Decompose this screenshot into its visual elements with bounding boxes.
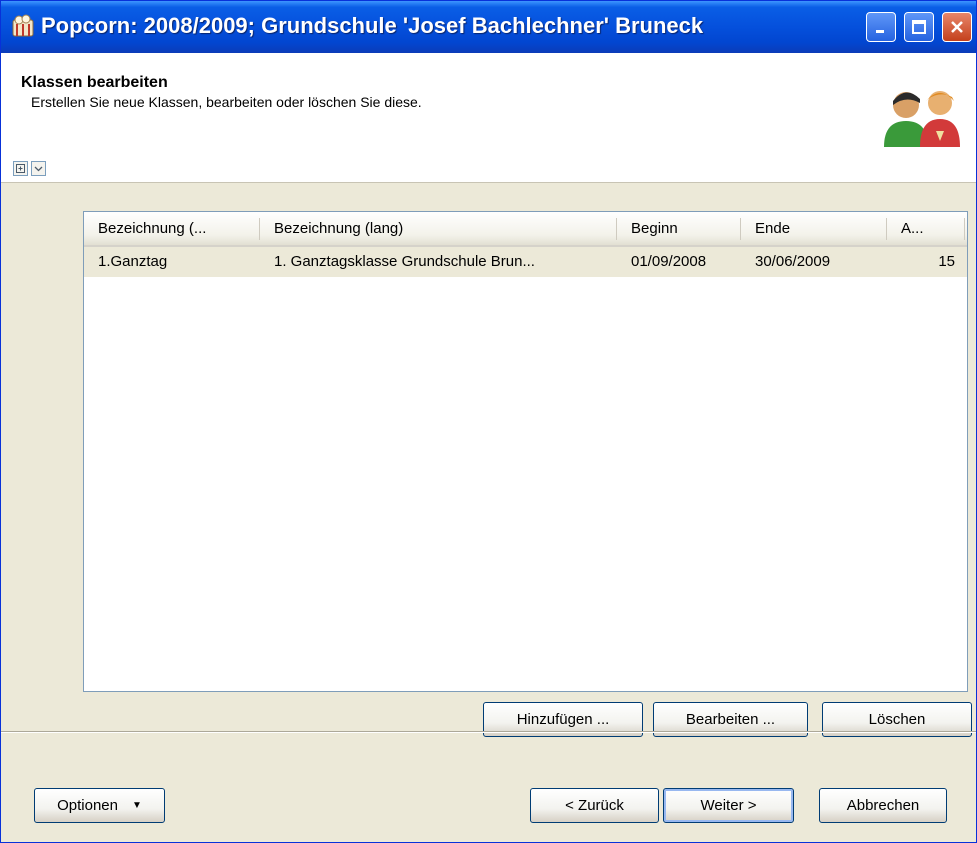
cell-begin: 01/09/2008 — [631, 253, 707, 270]
people-icon — [884, 91, 960, 147]
back-button-label: < Zurück — [565, 797, 624, 814]
column-header-begin[interactable]: Beginn — [617, 212, 741, 245]
minimize-icon — [876, 30, 884, 33]
expand-icon — [16, 164, 25, 173]
column-header-count[interactable]: A... — [887, 212, 965, 245]
window-title: Popcorn: 2008/2009; Grundschule 'Josef B… — [41, 13, 704, 38]
header-toggle-buttons — [13, 161, 46, 176]
maximize-icon — [912, 20, 926, 34]
title-bar[interactable]: Popcorn: 2008/2009; Grundschule 'Josef B… — [1, 1, 976, 53]
add-button-label: Hinzufügen ... — [516, 711, 610, 728]
close-button[interactable] — [942, 12, 972, 42]
cancel-button-label: Abbrechen — [846, 797, 920, 814]
dialog-window: Popcorn: 2008/2009; Grundschule 'Josef B… — [0, 0, 977, 843]
column-header-short-name[interactable]: Bezeichnung (... — [84, 212, 260, 245]
cell-long-name: 1. Ganztagsklasse Grundschule Brun... — [274, 253, 535, 270]
wizard-header: Klassen bearbeiten Erstellen Sie neue Kl… — [1, 53, 976, 183]
next-button[interactable]: Weiter > — [663, 788, 794, 823]
minimize-button[interactable] — [866, 12, 896, 42]
maximize-button[interactable] — [904, 12, 934, 42]
next-button-label: Weiter > — [700, 797, 757, 814]
expand-button[interactable] — [13, 161, 28, 176]
dropdown-arrow-icon: ▼ — [131, 800, 142, 811]
edit-button-label: Bearbeiten ... — [685, 711, 776, 728]
cell-end: 30/06/2009 — [755, 253, 831, 270]
options-button-label: Optionen — [57, 797, 118, 814]
class-list[interactable]: Bezeichnung (... Bezeichnung (lang) Begi… — [83, 211, 968, 692]
delete-button-label: Löschen — [868, 711, 926, 728]
page-title: Klassen bearbeiten — [21, 74, 168, 91]
chevron-down-icon — [34, 166, 43, 172]
cell-count: 15 — [938, 253, 955, 270]
cell-short-name: 1.Ganztag — [98, 253, 168, 270]
table-row[interactable]: 1.Ganztag 1. Ganztagsklasse Grundschule … — [84, 247, 967, 277]
cancel-button[interactable]: Abbrechen — [819, 788, 947, 823]
options-dropdown-button[interactable]: Optionen ▼ — [34, 788, 165, 823]
column-header-end[interactable]: Ende — [741, 212, 887, 245]
list-header: Bezeichnung (... Bezeichnung (lang) Begi… — [84, 212, 967, 247]
collapse-button[interactable] — [31, 161, 46, 176]
back-button[interactable]: < Zurück — [530, 788, 659, 823]
close-icon — [951, 21, 963, 33]
app-icon — [12, 14, 34, 37]
page-subtitle: Erstellen Sie neue Klassen, bearbeiten o… — [31, 94, 422, 110]
footer-divider — [1, 731, 976, 733]
column-header-long-name[interactable]: Bezeichnung (lang) — [260, 212, 617, 245]
